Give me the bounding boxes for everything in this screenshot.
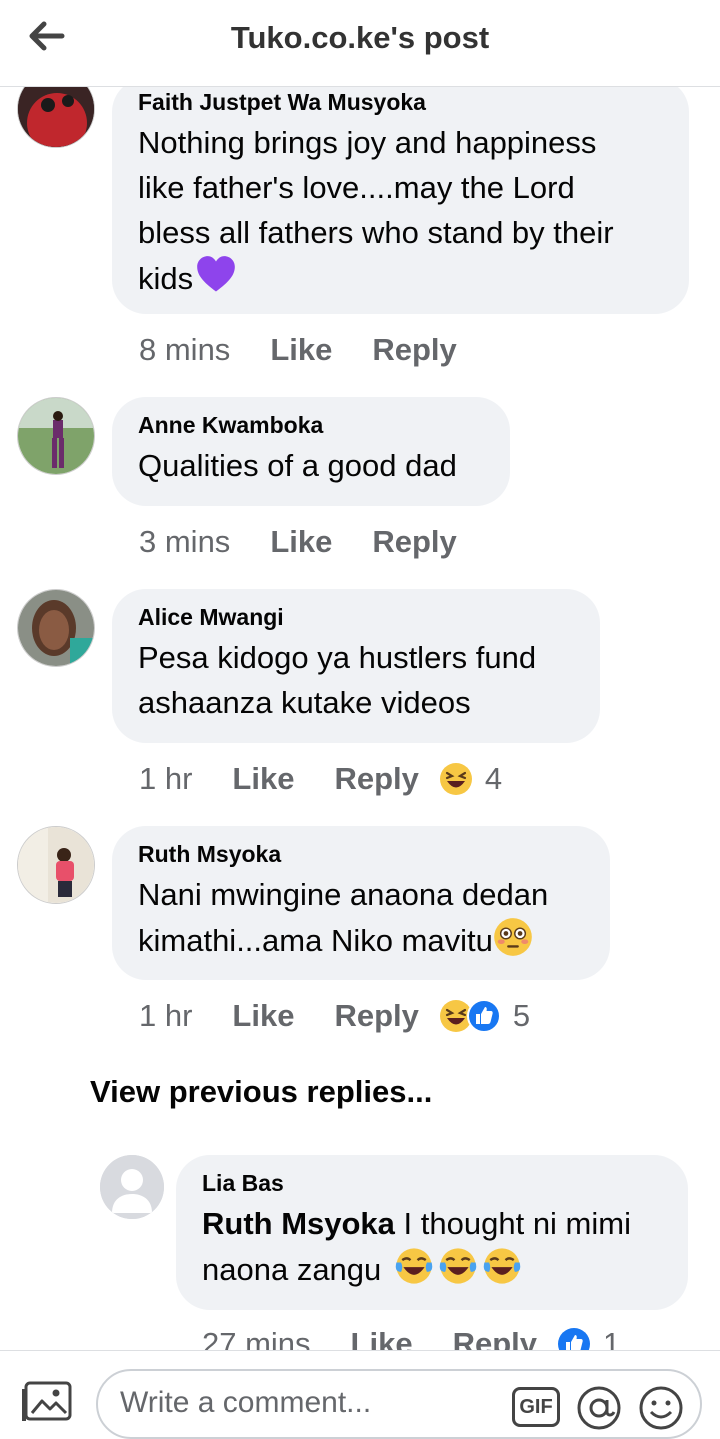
- comment-composer-bar: GIF: [0, 1350, 720, 1439]
- like-button[interactable]: Like: [270, 332, 332, 368]
- gif-label: GIF: [519, 1396, 553, 1418]
- reply-bubble: Lia Bas Ruth Msyoka I thought ni mimi na…: [176, 1155, 688, 1310]
- comment-bubble: Anne Kwamboka Qualities of a good dad: [112, 397, 510, 506]
- photo-icon[interactable]: [20, 1381, 72, 1423]
- comment-line-text: kimathi...ama Niko mavitu: [138, 923, 493, 958]
- avatar[interactable]: [17, 589, 95, 667]
- tears-of-joy-icon: [395, 1248, 433, 1284]
- comment-line: Nothing brings joy and happiness: [138, 125, 597, 160]
- reply-text: Ruth Msyoka I thought ni mimi naona zang…: [202, 1201, 662, 1292]
- comment-line-text: kids: [138, 261, 194, 296]
- reaction-summary[interactable]: 5: [439, 998, 530, 1034]
- avatar[interactable]: [17, 826, 95, 904]
- view-previous-replies-link[interactable]: View previous replies...: [90, 1074, 432, 1110]
- like-button[interactable]: Like: [232, 761, 294, 797]
- comment-line: Qualities of a good dad: [138, 448, 457, 483]
- reply-button[interactable]: Reply: [334, 761, 418, 797]
- comment-time[interactable]: 8 mins: [139, 332, 230, 368]
- laughing-emoji-icon: [439, 763, 472, 795]
- comment-line: ashaanza kutake videos: [138, 685, 471, 720]
- reaction-summary[interactable]: 4: [439, 761, 502, 797]
- reply-line-text: naona zangu: [202, 1252, 382, 1287]
- like-button[interactable]: Like: [232, 998, 294, 1034]
- reply-button[interactable]: Reply: [372, 524, 456, 560]
- comment-text: Pesa kidogo ya hustlers fund ashaanza ku…: [138, 635, 574, 725]
- page-title: Tuko.co.ke's post: [230, 20, 490, 55]
- comment-actions: 1 hr Like Reply 4: [139, 761, 502, 797]
- comment-line: kids: [138, 255, 663, 301]
- comment-author[interactable]: Faith Justpet Wa Musyoka: [138, 88, 663, 116]
- tears-of-joy-icon: [483, 1248, 521, 1284]
- comment-author[interactable]: Ruth Msyoka: [138, 840, 584, 868]
- reaction-count: 5: [512, 998, 531, 1033]
- top-bar: Tuko.co.ke's post: [0, 0, 720, 87]
- reply-button[interactable]: Reply: [372, 332, 456, 368]
- comment-time[interactable]: 1 hr: [139, 998, 192, 1034]
- reply-line: Ruth Msyoka I thought ni mimi: [202, 1201, 662, 1246]
- gif-button[interactable]: GIF: [512, 1387, 560, 1427]
- default-user-icon: [100, 1155, 164, 1219]
- emoji-icon[interactable]: [638, 1385, 684, 1431]
- comment-time[interactable]: 3 mins: [139, 524, 230, 560]
- reply-author[interactable]: Lia Bas: [202, 1169, 662, 1197]
- flushed-face-icon: [494, 918, 532, 956]
- comment-actions: 8 mins Like Reply: [139, 332, 497, 368]
- like-button[interactable]: Like: [270, 524, 332, 560]
- thumbs-up-icon: [466, 999, 501, 1033]
- comment-actions: 3 mins Like Reply: [139, 524, 497, 560]
- comment-text: Nothing brings joy and happiness like fa…: [138, 120, 663, 301]
- comment-input-box[interactable]: GIF: [96, 1369, 702, 1439]
- comment-text: Nani mwingine anaona dedan kimathi...ama…: [138, 872, 584, 963]
- mention-icon[interactable]: [576, 1385, 622, 1431]
- comment-line: bless all fathers who stand by their: [138, 215, 614, 250]
- comment-line: Pesa kidogo ya hustlers fund: [138, 640, 537, 675]
- reply-button[interactable]: Reply: [334, 998, 418, 1034]
- comment-bubble: Alice Mwangi Pesa kidogo ya hustlers fun…: [112, 589, 600, 743]
- comment-line: Nani mwingine anaona dedan: [138, 877, 549, 912]
- avatar[interactable]: [100, 1155, 164, 1219]
- comment-bubble: Ruth Msyoka Nani mwingine anaona dedan k…: [112, 826, 610, 980]
- reaction-count: 4: [484, 761, 503, 796]
- tears-of-joy-icon: [439, 1248, 477, 1284]
- comment-line: like father's love....may the Lord: [138, 170, 575, 205]
- comment-time[interactable]: 1 hr: [139, 761, 192, 797]
- comment-input[interactable]: [118, 1385, 502, 1421]
- comment-author[interactable]: Alice Mwangi: [138, 603, 574, 631]
- comment-text: Qualities of a good dad: [138, 443, 484, 488]
- reply-line: naona zangu: [202, 1246, 662, 1292]
- comment-bubble: Faith Justpet Wa Musyoka Nothing brings …: [112, 78, 689, 314]
- comment-line: kimathi...ama Niko mavitu: [138, 917, 584, 963]
- reply-line-text: I thought ni mimi: [403, 1206, 631, 1241]
- comment-author[interactable]: Anne Kwamboka: [138, 411, 484, 439]
- avatar[interactable]: [17, 397, 95, 475]
- mention-link[interactable]: Ruth Msyoka: [202, 1206, 395, 1241]
- comment-actions: 1 hr Like Reply 5: [139, 998, 530, 1034]
- purple-heart-icon: [197, 256, 235, 292]
